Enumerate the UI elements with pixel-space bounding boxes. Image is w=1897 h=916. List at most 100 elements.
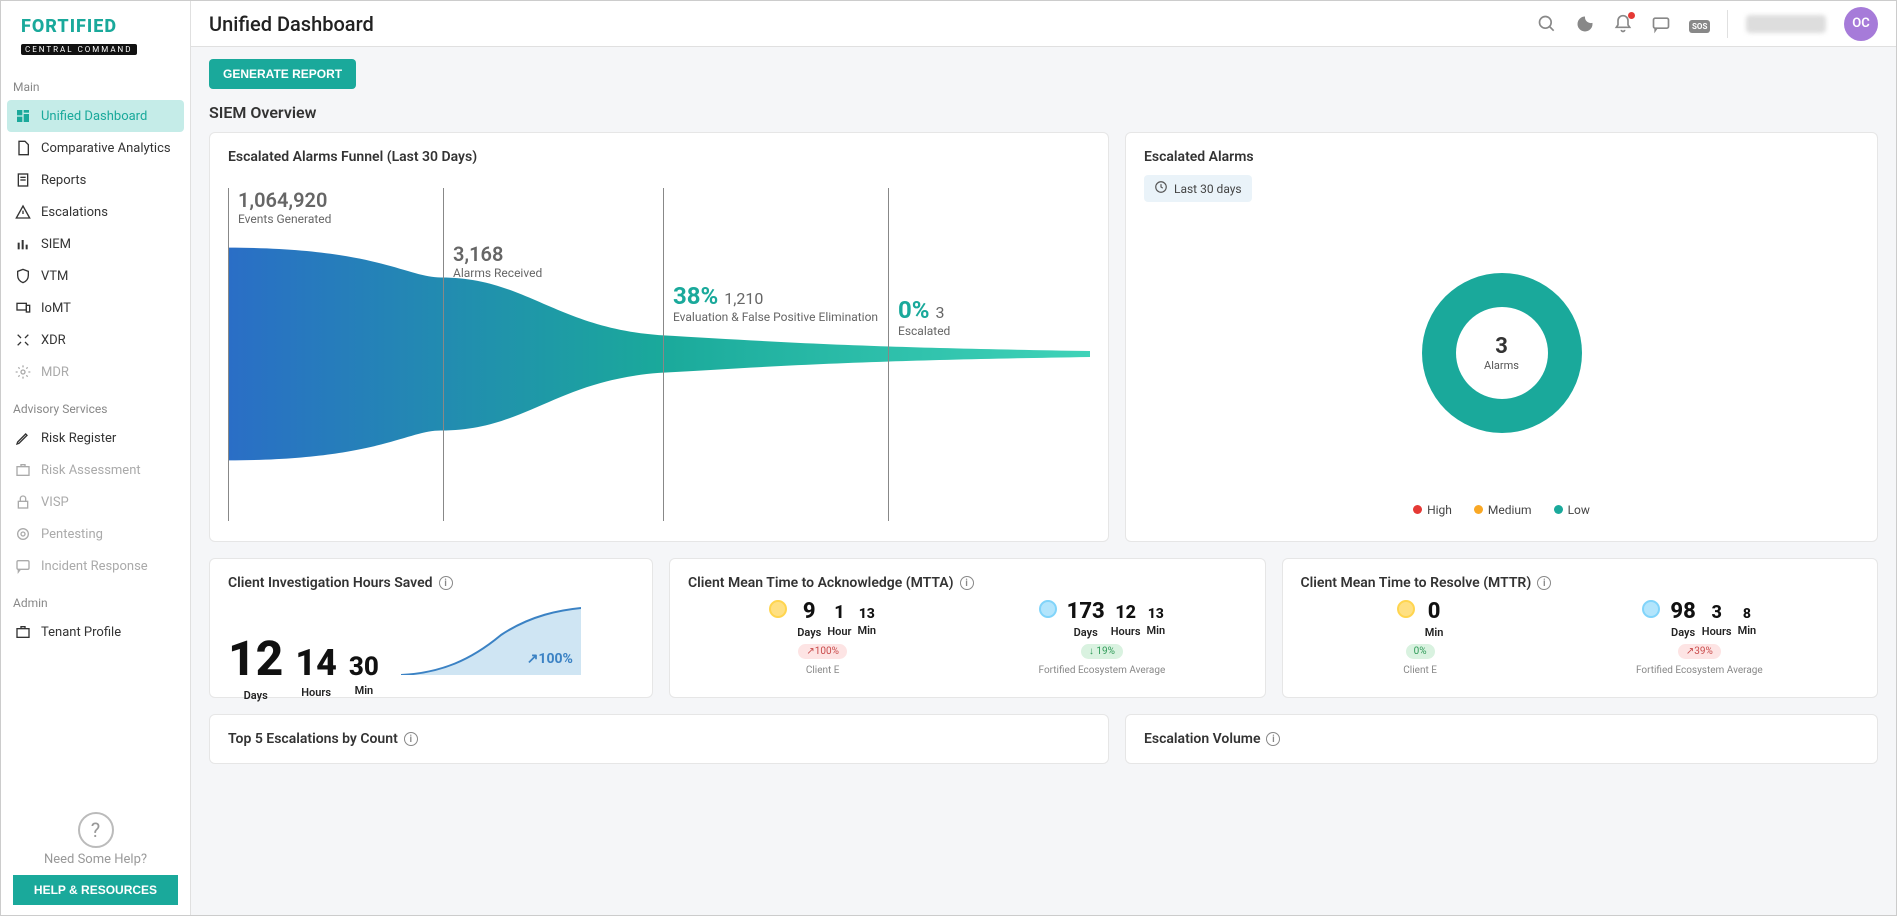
mtta-r-pill: ↓ 19% xyxy=(1081,644,1123,659)
sidebar-item-xdr[interactable]: XDR xyxy=(1,324,190,356)
mtta-r-m: 13 xyxy=(1148,606,1164,622)
chip-label: Last 30 days xyxy=(1174,182,1242,196)
funnel-stage-0-label: Events Generated xyxy=(238,212,331,226)
nav-scroll[interactable]: MainUnified DashboardComparative Analyti… xyxy=(1,66,190,802)
sidebar-item-tenant-profile[interactable]: Tenant Profile xyxy=(1,616,190,648)
donut-legend: HighMediumLow xyxy=(1144,503,1859,517)
mttr-r-mu: Min xyxy=(1738,624,1757,637)
topbar: Unified Dashboard SOS OC xyxy=(191,1,1896,47)
sidebar-item-incident-response[interactable]: Incident Response xyxy=(1,550,190,582)
user-avatar[interactable]: OC xyxy=(1844,7,1878,41)
escalation-volume-title: Escalation Volume xyxy=(1144,731,1260,747)
hs-days-u: Days xyxy=(244,689,268,702)
mtta-l-m: 13 xyxy=(859,606,875,622)
sidebar-item-reports[interactable]: Reports xyxy=(1,164,190,196)
mtta-l-du: Days xyxy=(797,626,821,639)
info-icon[interactable]: i xyxy=(1266,732,1280,746)
info-icon[interactable]: i xyxy=(960,576,974,590)
messages-icon[interactable] xyxy=(1651,14,1671,34)
help-resources-button[interactable]: HELP & RESOURCES xyxy=(13,875,178,905)
sidebar-item-visp[interactable]: VISP xyxy=(1,486,190,518)
sidebar-item-risk-register[interactable]: Risk Register xyxy=(1,422,190,454)
notifications-icon[interactable] xyxy=(1613,14,1633,34)
hs-hours: 14 xyxy=(295,642,337,684)
funnel-stage-1-label: Alarms Received xyxy=(453,266,542,280)
sidebar-item-siem[interactable]: SIEM xyxy=(1,228,190,260)
donut-label: Alarms xyxy=(1484,359,1519,372)
mtta-r-mu: Min xyxy=(1146,624,1165,637)
funnel-stage-2-pct: 38% xyxy=(673,282,718,310)
time-range-chip[interactable]: Last 30 days xyxy=(1144,175,1252,202)
siem-overview-title: SIEM Overview xyxy=(209,103,1878,122)
mtta-r-d: 173 xyxy=(1067,599,1105,624)
content-area[interactable]: GENERATE REPORT SIEM Overview Escalated … xyxy=(191,47,1896,915)
mttr-l-sub: Client E xyxy=(1397,665,1444,676)
mtta-r-h: 12 xyxy=(1115,602,1136,623)
hs-min-u: Min xyxy=(355,684,374,697)
mttr-r-pill: ↗39% xyxy=(1678,644,1721,659)
hs-min: 30 xyxy=(349,652,379,682)
hours-spark-chart: ↗100% xyxy=(401,605,581,675)
brand-title: FORTIFIED xyxy=(21,16,170,37)
mtta-card: Client Mean Time to Acknowledge (MTTA)i … xyxy=(669,558,1266,698)
top-escalations-title: Top 5 Escalations by Count xyxy=(228,731,398,747)
help-text: Need Some Help? xyxy=(13,852,178,867)
legend-item: High xyxy=(1413,503,1452,517)
client-coin-icon xyxy=(769,600,787,618)
expand-icon xyxy=(15,332,31,348)
avg-coin-icon xyxy=(1039,600,1057,618)
nav-section-label: Admin xyxy=(1,582,190,616)
hs-hours-u: Hours xyxy=(301,686,331,699)
funnel-stage-3-value: 3 xyxy=(936,303,945,322)
sidebar-item-mdr[interactable]: MDR xyxy=(1,356,190,388)
gear-icon xyxy=(15,364,31,380)
mtta-title: Client Mean Time to Acknowledge (MTTA) xyxy=(688,575,954,591)
hours-badge: ↗100% xyxy=(527,651,573,667)
escalated-title: Escalated Alarms xyxy=(1144,149,1859,165)
funnel-title: Escalated Alarms Funnel (Last 30 Days) xyxy=(228,149,1090,165)
mtta-l-hu: Hour xyxy=(827,625,851,638)
dark-mode-icon[interactable] xyxy=(1575,14,1595,34)
mttr-r-sub: Fortified Ecosystem Average xyxy=(1636,665,1763,676)
mtta-l-h: 1 xyxy=(834,602,844,623)
shield-icon xyxy=(15,268,31,284)
info-icon[interactable]: i xyxy=(404,732,418,746)
hours-saved-title: Client Investigation Hours Saved xyxy=(228,575,433,591)
bars-icon xyxy=(15,236,31,252)
file-icon xyxy=(15,140,31,156)
mttr-r-du: Days xyxy=(1671,626,1695,639)
sos-button[interactable]: SOS xyxy=(1689,14,1709,34)
sidebar-item-pentesting[interactable]: Pentesting xyxy=(1,518,190,550)
sidebar-item-unified-dashboard[interactable]: Unified Dashboard xyxy=(7,100,184,132)
help-icon: ? xyxy=(78,812,114,848)
sidebar-item-label: IoMT xyxy=(41,301,71,316)
sidebar-item-label: Risk Assessment xyxy=(41,463,141,478)
client-coin-icon xyxy=(1397,600,1415,618)
mttr-r-h: 3 xyxy=(1711,602,1721,623)
sidebar-item-vtm[interactable]: VTM xyxy=(1,260,190,292)
sidebar-item-label: Comparative Analytics xyxy=(41,141,171,156)
legend-item: Medium xyxy=(1474,503,1532,517)
mttr-l-d: 0 xyxy=(1428,599,1441,624)
info-icon[interactable]: i xyxy=(439,576,453,590)
device-icon xyxy=(15,300,31,316)
search-icon[interactable] xyxy=(1537,14,1557,34)
mtta-r-du: Days xyxy=(1074,626,1098,639)
pencil-icon xyxy=(15,430,31,446)
doc-icon xyxy=(15,172,31,188)
donut-count: 3 xyxy=(1495,334,1508,359)
sidebar-item-label: MDR xyxy=(41,365,69,380)
info-icon[interactable]: i xyxy=(1537,576,1551,590)
sidebar-item-iomt[interactable]: IoMT xyxy=(1,292,190,324)
sidebar-item-risk-assessment[interactable]: Risk Assessment xyxy=(1,454,190,486)
mtta-l-sub: Client E xyxy=(769,665,876,676)
mttr-card: Client Mean Time to Resolve (MTTR)i 0Min… xyxy=(1282,558,1879,698)
help-block: ? Need Some Help? HELP & RESOURCES xyxy=(1,802,190,915)
sidebar-item-label: VISP xyxy=(41,495,69,510)
sidebar-item-comparative-analytics[interactable]: Comparative Analytics xyxy=(1,132,190,164)
lock-icon xyxy=(15,494,31,510)
sidebar-item-label: Unified Dashboard xyxy=(41,109,147,124)
generate-report-button[interactable]: GENERATE REPORT xyxy=(209,59,356,89)
brand-logo: FORTIFIED CENTRAL COMMAND xyxy=(1,1,190,66)
sidebar-item-escalations[interactable]: Escalations xyxy=(1,196,190,228)
